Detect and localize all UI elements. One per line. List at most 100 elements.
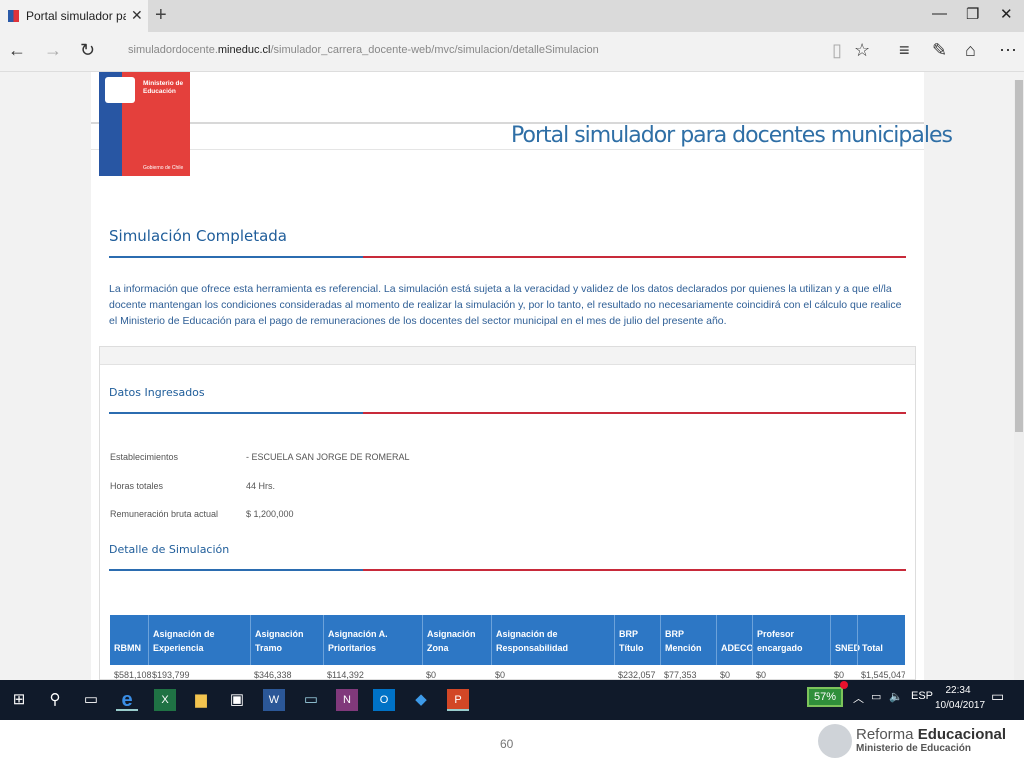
url-field[interactable]: simuladordocente.mineduc.cl/simulador_ca…: [128, 44, 599, 56]
col-total: Total: [857, 615, 905, 665]
tab-bar: Portal simulador para do ✕ + — ❐ ✕: [0, 0, 1024, 32]
favicon-icon: [8, 10, 19, 22]
monitor-icon[interactable]: ▭: [300, 689, 322, 711]
more-icon[interactable]: ⋯: [999, 40, 1017, 61]
simulation-table: RBMN Asignación de Experiencia Asignació…: [110, 615, 905, 680]
cell-zona: $0: [426, 670, 437, 680]
section-divider: [109, 256, 906, 258]
educacional-word: Educacional: [917, 726, 1007, 743]
cell-prioritarios: $114,392: [327, 670, 364, 680]
cell-brp-mencion: $77,353: [664, 670, 697, 680]
refresh-icon[interactable]: ↻: [80, 40, 95, 61]
disclaimer-text: La información que ofrece esta herramien…: [109, 283, 902, 327]
col-brp-mencion: BRP Mención: [660, 615, 716, 665]
browser-tab[interactable]: Portal simulador para do ✕: [0, 0, 148, 32]
favorite-star-icon[interactable]: ☆: [854, 40, 870, 61]
scrollbar-thumb[interactable]: [1015, 80, 1023, 432]
horas-value: 44 Hrs.: [246, 481, 276, 491]
word-icon[interactable]: W: [263, 689, 285, 711]
datos-divider: [109, 412, 906, 414]
cell-total: $1,545,047: [861, 670, 905, 680]
datos-title: Datos Ingresados: [109, 386, 205, 399]
table-header: RBMN Asignación de Experiencia Asignació…: [110, 615, 905, 665]
hub-icon[interactable]: ≡: [899, 40, 910, 61]
language-indicator[interactable]: ESP: [911, 690, 933, 702]
panel-header: [100, 347, 915, 365]
back-icon[interactable]: ←: [8, 40, 26, 61]
battery-indicator[interactable]: 57%: [807, 687, 843, 707]
web-note-icon[interactable]: ✎: [932, 40, 947, 61]
page-scrollbar[interactable]: [1014, 80, 1024, 680]
portal-title: Portal simulador para docentes municipal…: [511, 123, 953, 148]
clock-time: 22:34: [945, 685, 971, 696]
reforma-emblem-icon: [818, 724, 852, 758]
reforma-word: Reforma: [856, 726, 918, 743]
section-title: Simulación Completada: [109, 227, 288, 245]
logo-line1: Ministerio de: [143, 80, 184, 87]
store-icon[interactable]: ▣: [226, 689, 248, 711]
col-tramo: Asignación Tramo: [250, 615, 323, 665]
col-rbmn: RBMN: [114, 643, 141, 653]
url-domain: mineduc.cl: [217, 44, 271, 56]
cell-tramo: $346,338: [254, 670, 292, 680]
taskbar-clock[interactable]: 22:34 10/04/2017: [935, 683, 985, 713]
establecimientos-label: Establecimientos: [110, 452, 179, 462]
reading-view-icon[interactable]: ▯: [832, 40, 842, 61]
col-experiencia: Asignación de Experiencia: [148, 615, 250, 665]
cell-profesor-encargado: $0: [756, 670, 767, 680]
ministry-logo[interactable]: Ministerio de Educación Gobierno de Chile: [99, 72, 190, 176]
windows-start-icon[interactable]: ⊞: [8, 689, 30, 711]
col-brp-titulo: BRP Título: [614, 615, 660, 665]
excel-icon[interactable]: X: [154, 689, 176, 711]
remuneracion-label: Remuneración bruta actual: [110, 509, 219, 519]
outlook-icon[interactable]: O: [373, 689, 395, 711]
url-path: /simulador_carrera_docente-web/mvc/simul…: [270, 44, 599, 56]
task-view-icon[interactable]: ▭: [80, 689, 102, 711]
file-explorer-icon[interactable]: ▆: [190, 689, 212, 711]
remuneracion-value: $ 1,200,000: [246, 509, 294, 519]
minimize-icon[interactable]: —: [932, 5, 947, 22]
volume-icon[interactable]: 🔈: [889, 690, 903, 703]
establecimientos-value: - ESCUELA SAN JORGE DE ROMERAL: [246, 452, 410, 462]
search-icon[interactable]: ⚲: [44, 689, 66, 711]
share-icon[interactable]: ⌂: [965, 40, 976, 61]
reforma-line2: Ministerio de Educación: [856, 743, 972, 754]
col-profesor-encargado: Profesor encargado: [752, 615, 830, 665]
logo-text: Ministerio de Educación: [143, 80, 189, 96]
cell-experiencia: $193,799: [152, 670, 190, 680]
new-tab-icon[interactable]: +: [155, 4, 167, 27]
col-zona: Asignación Zona: [422, 615, 491, 665]
col-prioritarios: Asignación A. Prioritarios: [323, 615, 422, 665]
logo-line2: Educación: [143, 88, 176, 95]
clock-date: 10/04/2017: [935, 700, 986, 711]
coat-of-arms-icon: [105, 77, 135, 103]
col-responsabilidad: Asignación de Responsabilidad: [491, 615, 614, 665]
cell-responsabilidad: $0: [495, 670, 506, 680]
close-icon[interactable]: ✕: [1000, 5, 1013, 23]
detalle-title: Detalle de Simulación: [109, 543, 230, 556]
page-content: Ministerio de Educación Gobierno de Chile…: [91, 72, 953, 680]
forward-icon[interactable]: →: [44, 40, 62, 61]
onenote-icon[interactable]: N: [336, 689, 358, 711]
reforma-line1: Reforma Educacional: [856, 726, 1006, 743]
powerpoint-icon[interactable]: P: [447, 689, 469, 711]
detalle-divider: [109, 569, 906, 571]
cell-rbmn: $581,108: [114, 670, 152, 680]
restore-icon[interactable]: ❐: [966, 5, 979, 23]
cell-sned: $0: [834, 670, 845, 680]
logo-footer: Gobierno de Chile: [143, 165, 184, 171]
url-prefix: simuladordocente.: [128, 44, 218, 56]
col-sned: SNED: [830, 615, 860, 665]
edge-icon[interactable]: e: [116, 689, 138, 711]
tray-chevron-icon[interactable]: ︿: [853, 690, 864, 706]
cell-adeco: $0: [720, 670, 731, 680]
dropbox-icon[interactable]: ◆: [410, 689, 432, 711]
page-number: 60: [500, 737, 514, 751]
tab-close-icon[interactable]: ✕: [131, 7, 143, 24]
notifications-icon[interactable]: ▭: [991, 688, 1004, 705]
battery-tray-icon[interactable]: ▭: [871, 690, 881, 703]
col-adeco: ADECO: [716, 615, 754, 665]
browser-viewport: Ministerio de Educación Gobierno de Chile…: [0, 72, 1024, 680]
cell-brp-titulo: $232,057: [618, 670, 656, 680]
notification-dot: [840, 681, 848, 689]
